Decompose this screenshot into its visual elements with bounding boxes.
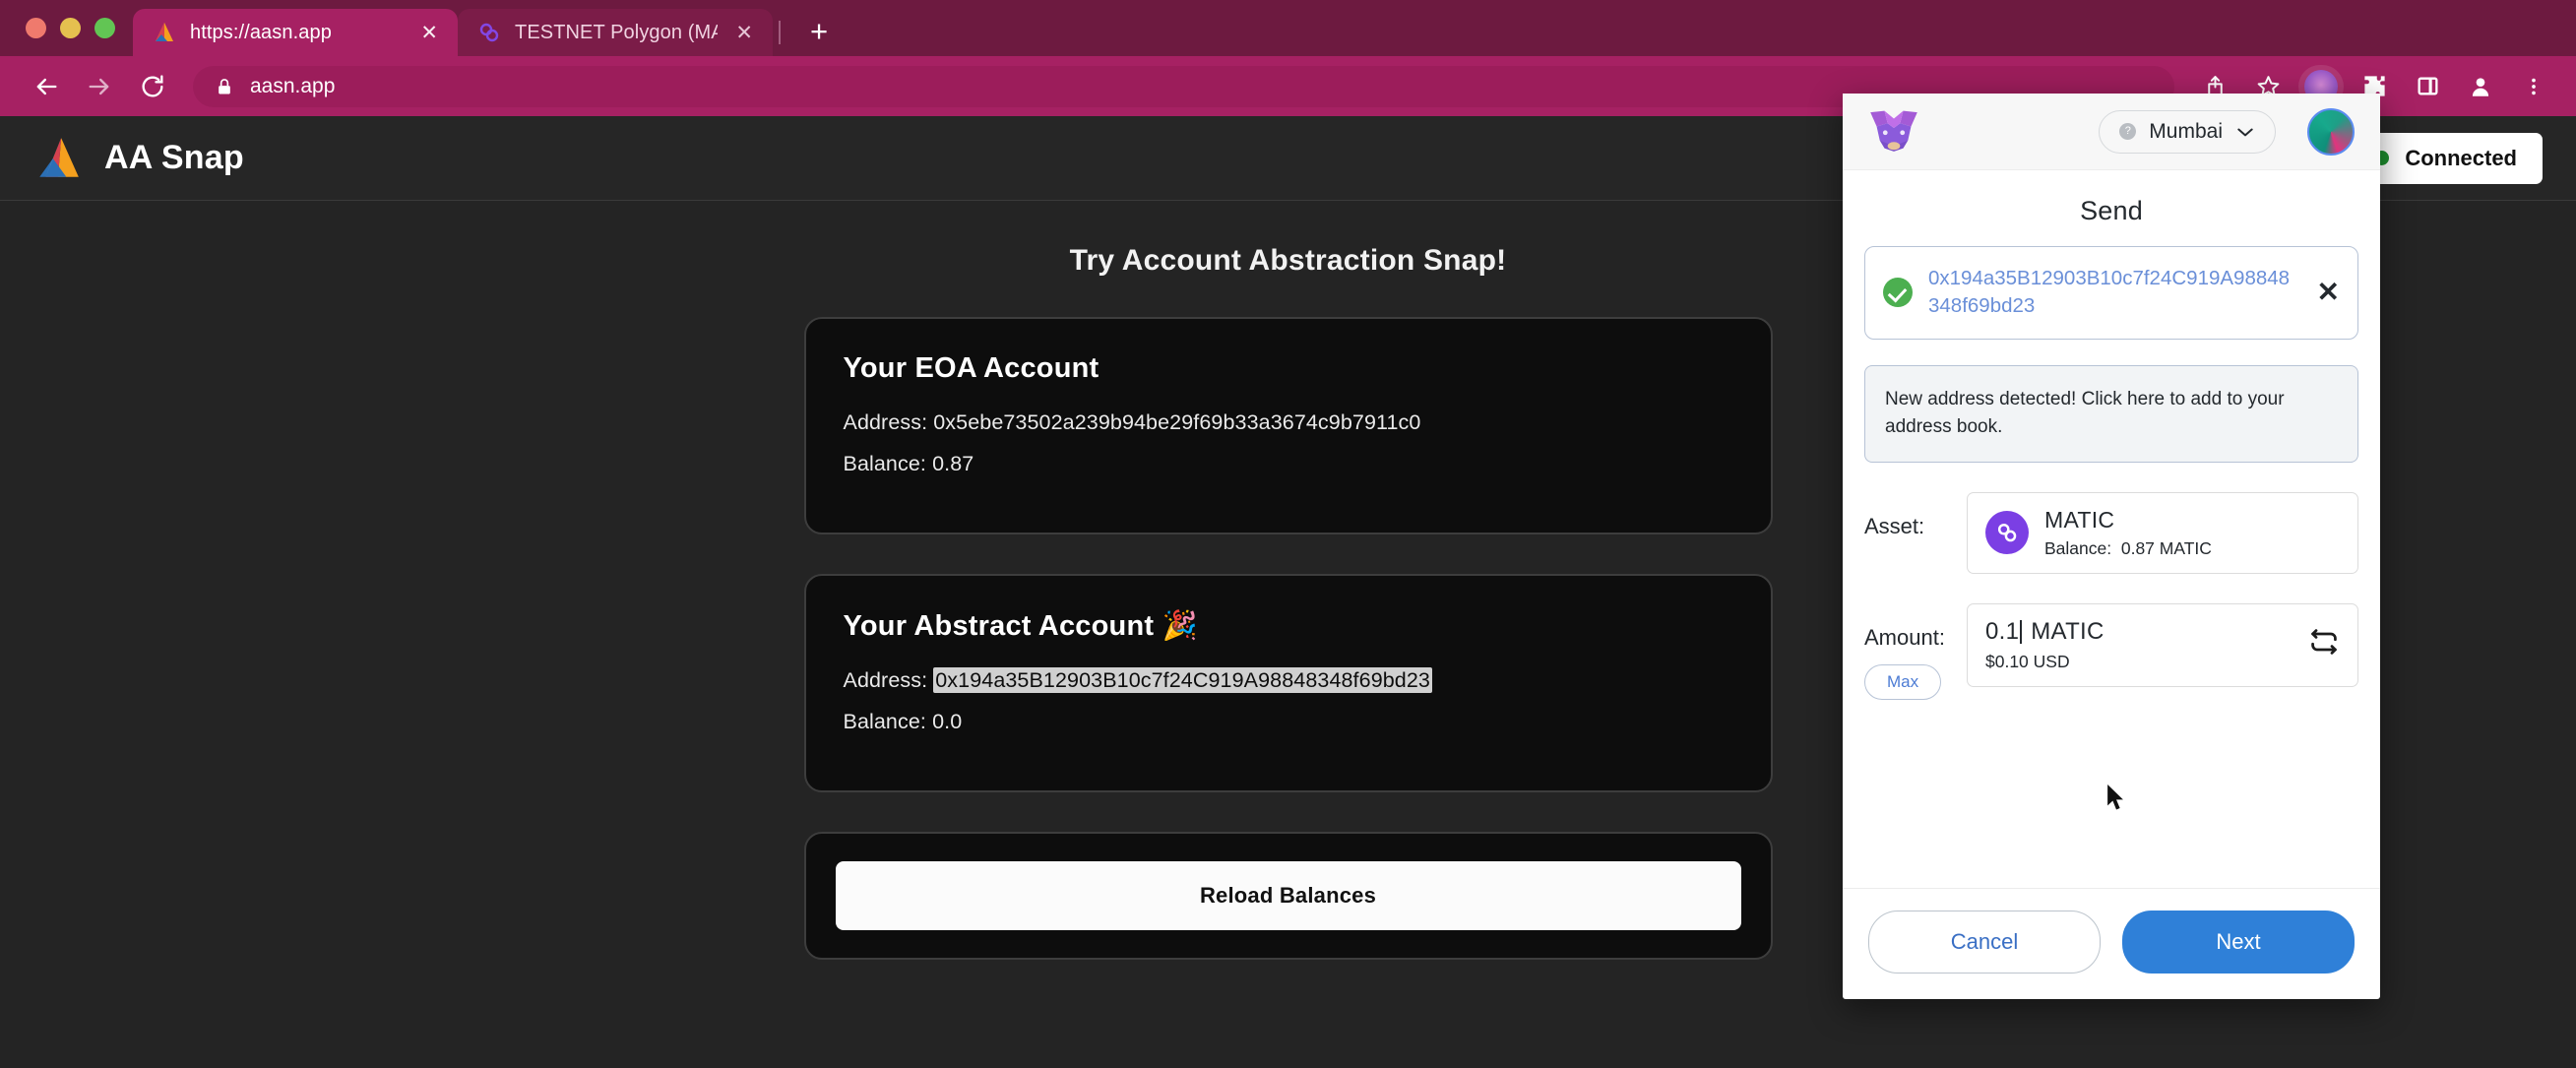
tab-divider [779,21,781,44]
abstract-balance-row: Balance: 0.0 [844,710,1733,734]
clear-recipient-button[interactable]: ✕ [2311,279,2340,306]
matic-token-icon [1985,511,2029,555]
metamask-fox-icon [1870,110,1917,152]
abstract-address-row: Address: 0x194a35B12903B10c7f24C919A9884… [843,667,1733,693]
profile-icon [2472,77,2489,96]
text-cursor-icon [2020,619,2023,644]
polygon-glyph-icon [1997,524,2017,542]
network-avatar-icon: ? [2119,123,2137,140]
green-check-icon [1883,278,1913,308]
eoa-balance-value: 0.87 [932,452,974,475]
metamask-popup: ? Mumbai Send 0x194a35B12903B10c7f24C919… [1843,94,2380,999]
balance-label: Balance: [843,710,926,733]
metamask-header: ? Mumbai [1843,94,2380,170]
amount-row: Amount: Max 0.1 MATIC $0.10 USD [1864,602,2358,700]
recipient-field[interactable]: 0x194a35B12903B10c7f24C919A98848348f69bd… [1864,246,2358,340]
lock-icon [219,78,230,94]
connection-status-label: Connected [2405,145,2517,170]
amount-symbol: MATIC [2031,617,2105,645]
asset-selector[interactable]: MATIC Balance: 0.87 MATIC [1967,491,2358,574]
card-title: Your EOA Account [843,352,1100,384]
new-address-banner[interactable]: New address detected! Click here to add … [1864,364,2358,463]
chrome-menu-button[interactable] [2511,64,2556,109]
asset-row: Asset: MATIC Balance: 0.87 MATIC [1864,491,2358,574]
amount-label-wrap: Amount: Max [1864,603,1967,700]
chevron-down-icon [2237,128,2253,136]
screen: https://aasn.app ✕ TESTNET Polygon (MATI… [0,0,2576,1068]
back-arrow-icon [36,78,57,94]
side-panel-icon [2418,77,2437,95]
brand-name: AA Snap [104,139,244,176]
brand[interactable]: AA Snap [33,134,244,183]
amount-fiat: $0.10 USD [1985,651,2070,671]
eoa-balance-row: Balance: 0.87 [844,452,1733,476]
asset-symbol: MATIC [2044,506,2115,533]
maximize-window-button[interactable] [94,18,115,38]
account-cards: Your EOA Account Address: 0x5ebe73502a23… [803,317,1773,960]
browser-tab-polygon[interactable]: TESTNET Polygon (MATIC) Blo ✕ [458,9,773,56]
asset-balance-value: 0.87 MATIC [2120,537,2212,558]
chrome-menu-icon [2532,78,2536,94]
polygon-icon [479,23,499,42]
abstract-balance-value: 0.0 [932,710,963,733]
minimize-window-button[interactable] [60,18,81,38]
profile-button[interactable] [2458,64,2503,109]
amount-value-line: 0.1 MATIC [1985,618,2105,646]
asset-balance: Balance: 0.87 MATIC [2044,538,2212,559]
asset-label: Asset: [1864,513,1925,538]
balance-label: Balance: [843,452,926,475]
abstract-address-value[interactable]: 0x194a35B12903B10c7f24C919A98848348f69bd… [933,667,1432,693]
tab-close-button[interactable]: ✕ [416,23,442,43]
amount-input[interactable]: 0.1 MATIC $0.10 USD [1967,602,2358,687]
network-selector[interactable]: ? Mumbai [2099,109,2276,154]
recipient-address: 0x194a35B12903B10c7f24C919A98848348f69bd… [1928,267,2291,318]
popup-footer: Cancel Next [1843,888,2380,999]
account-avatar[interactable] [2307,107,2355,156]
asset-text: MATIC Balance: 0.87 MATIC [2044,507,2212,559]
browser-tab-strip: https://aasn.app ✕ TESTNET Polygon (MATI… [0,0,2576,56]
side-panel-button[interactable] [2405,64,2450,109]
swap-currency-icon [2311,628,2337,655]
aa-snap-logo [39,137,79,177]
close-window-button[interactable] [26,18,46,38]
address-label: Address: [843,410,928,434]
max-amount-button[interactable]: Max [1864,663,1942,700]
eoa-address-row: Address: 0x5ebe73502a239b94be29f69b33a36… [844,410,1733,435]
back-button[interactable] [20,60,73,113]
reload-card: Reload Balances [803,832,1773,960]
amount-label: Amount: [1864,624,1945,650]
forward-arrow-icon [89,78,109,94]
reload-button[interactable] [126,60,179,113]
new-tab-button[interactable]: + [796,9,842,54]
reload-balances-button[interactable]: Reload Balances [835,861,1741,930]
browser-tab-aasn[interactable]: https://aasn.app ✕ [133,9,458,56]
asset-balance-label: Balance: [2044,537,2112,558]
address-label: Address: [843,668,928,692]
network-name: Mumbai [2149,119,2223,143]
card-title: Your Abstract Account 🎉 [843,610,1198,642]
next-button[interactable]: Next [2122,911,2355,974]
asset-label-wrap: Asset: [1864,492,1967,539]
amount-value: 0.1 [1985,617,2020,645]
tab-title: https://aasn.app [190,21,332,43]
amount-text: 0.1 MATIC $0.10 USD [1985,618,2105,672]
abstract-account-card: Your Abstract Account 🎉 Address: 0x194a3… [803,574,1773,792]
eoa-account-card: Your EOA Account Address: 0x5ebe73502a23… [803,317,1773,534]
tab-title: TESTNET Polygon (MATIC) Blo [515,21,719,43]
address-bar-text: aasn.app [250,74,336,97]
reload-icon [142,74,163,96]
window-controls [0,18,133,56]
aa-snap-icon [156,23,173,41]
tab-close-button[interactable]: ✕ [731,23,757,43]
mouse-cursor [2107,785,2123,810]
swap-currency-button[interactable] [2308,628,2340,662]
popup-title: Send [2080,196,2143,225]
forward-button[interactable] [73,60,126,113]
cancel-button[interactable]: Cancel [1868,911,2101,974]
eoa-address-value: 0x5ebe73502a239b94be29f69b33a3674c9b7911… [933,410,1421,434]
